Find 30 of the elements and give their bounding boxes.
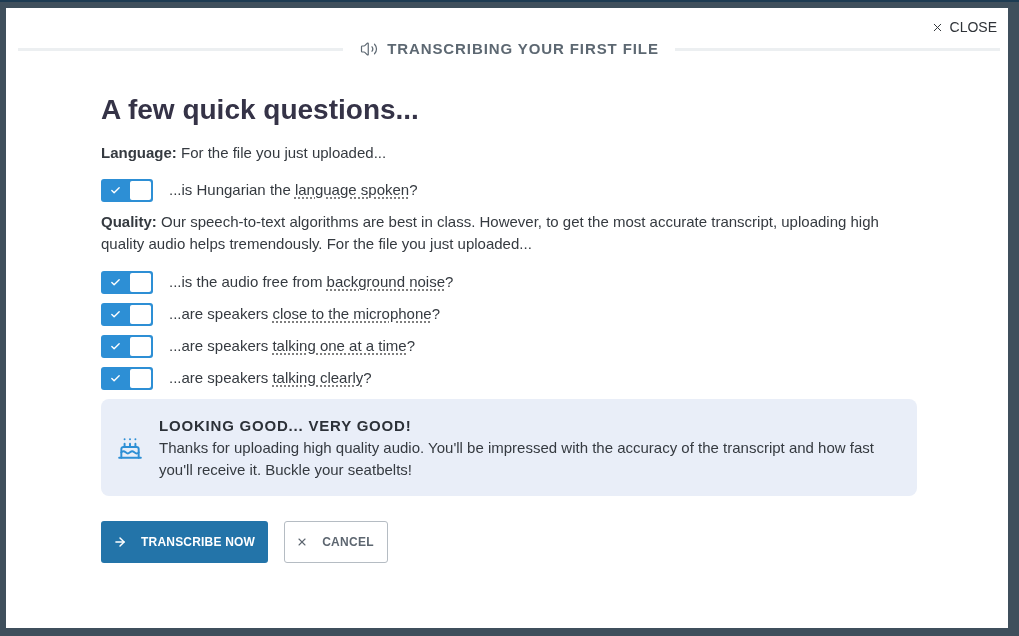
toggle-switch[interactable] [101,302,153,326]
intro-text: Quality: Our speech-to-text algorithms are best in class. However, to get the most accurate transcript, uploading high quality audio helps tremendously. For the file you just uploaded... [101,212,880,254]
check-icon [110,372,121,384]
toggle-switch[interactable] [101,334,153,358]
check-icon [110,184,121,196]
notice-title: LOOKING GOOD... VERY GOOD! [159,416,413,436]
check-icon [110,340,121,352]
tooltip-term[interactable]: close to the microphone [272,304,432,322]
tooltip-term[interactable]: language spoken [294,180,410,198]
close-button[interactable]: CLOSE [930,16,997,38]
question-text: ...are speakers talking clearly? [169,367,372,388]
check-icon [110,308,121,320]
speaker-icon [359,40,380,58]
tooltip-term[interactable]: talking clearly [272,368,364,386]
transcribe-button[interactable]: TRANSCRIBE NOW [101,521,269,563]
check-icon [110,276,121,288]
cancel-button[interactable]: CANCEL [284,521,388,563]
dialog-title: TRANSCRIBING YOUR FIRST FILE [387,38,659,59]
notice-text: Thanks for uploading high quality audio. You'll be impressed with the accuracy of the transcript and how fast you'll receive it. Buckle your seatbelts! [159,438,875,480]
tooltip-term[interactable]: background noise [326,272,445,290]
toggle-switch[interactable] [101,366,153,390]
question-text: ...are speakers talking one at a time? [169,335,415,356]
question-text: ...are speakers close to the microphone? [169,303,440,324]
tooltip-term[interactable]: talking one at a time [272,336,407,354]
question-text: ...is Hungarian the language spoken? [169,179,418,200]
question-text: ...is the audio free from background noise? [169,271,454,292]
intro-text: Language: For the file you just uploaded... [101,143,388,163]
toggle-switch[interactable] [101,178,153,202]
heading: A few quick questions... [101,93,420,127]
toggle-switch[interactable] [101,270,153,294]
